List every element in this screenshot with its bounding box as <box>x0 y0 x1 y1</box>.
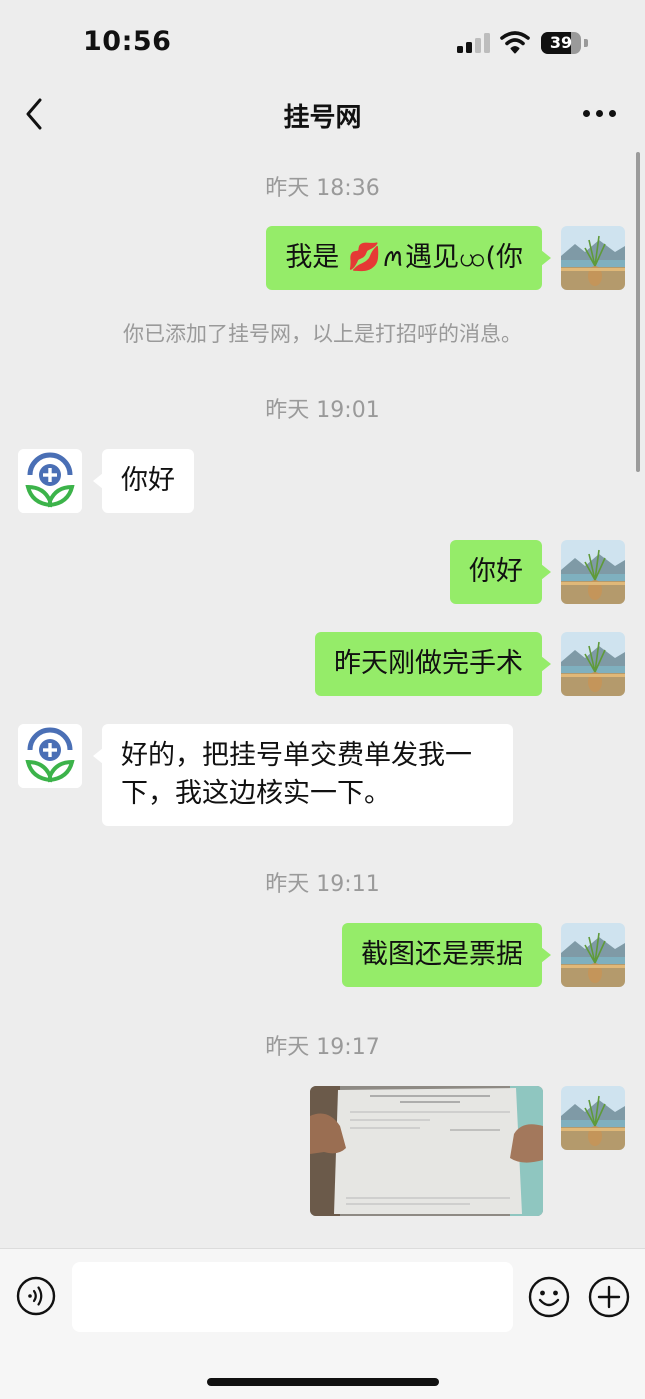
system-notice: 你已添加了挂号网，以上是打招呼的消息。 <box>123 322 522 346</box>
status-time: 10:56 <box>83 26 172 57</box>
message-line: 好的，把挂号单交费单发我一 <box>121 740 472 771</box>
my-avatar[interactable] <box>561 540 625 604</box>
contact-avatar[interactable] <box>18 449 82 513</box>
timestamp: 昨天 19:17 <box>265 1035 380 1060</box>
contact-avatar[interactable] <box>18 724 82 788</box>
emoji-button[interactable] <box>528 1276 570 1318</box>
message-bubble-sent[interactable]: 截图还是票据 <box>342 923 551 987</box>
message-line: 下，我这边核实一下。 <box>121 778 391 809</box>
battery-icon: 39 <box>541 32 588 54</box>
landscape-avatar-icon <box>561 923 625 987</box>
landscape-avatar-icon <box>561 540 625 604</box>
landscape-avatar-icon <box>561 632 625 696</box>
cellular-signal-icon <box>457 33 491 53</box>
timestamp: 昨天 19:11 <box>265 872 380 897</box>
voice-button[interactable] <box>16 1276 56 1316</box>
receipt-photo-icon <box>310 1086 543 1216</box>
guahao-logo-icon <box>18 449 82 513</box>
my-avatar[interactable] <box>561 923 625 987</box>
image-message[interactable] <box>310 1086 543 1216</box>
voice-icon <box>16 1276 56 1316</box>
message-bubble-sent[interactable]: 我是 💋ꪔ遇见ꩤ(你 <box>266 226 551 290</box>
my-avatar[interactable] <box>561 226 625 290</box>
landscape-avatar-icon <box>561 226 625 290</box>
message-bubble-sent[interactable]: 你好 <box>450 540 551 604</box>
wifi-icon <box>500 31 530 54</box>
plus-circle-icon <box>588 1276 630 1318</box>
battery-level: 39 <box>549 33 573 52</box>
my-avatar[interactable] <box>561 632 625 696</box>
message-input[interactable] <box>72 1262 513 1332</box>
timestamp: 昨天 19:01 <box>265 398 380 423</box>
emoji-icon <box>528 1276 570 1318</box>
home-indicator[interactable] <box>207 1378 439 1386</box>
timestamp: 昨天 18:36 <box>265 176 380 201</box>
landscape-avatar-icon <box>561 1086 625 1150</box>
guahao-logo-icon <box>18 724 82 788</box>
my-avatar[interactable] <box>561 1086 625 1150</box>
more-functions-button[interactable] <box>588 1276 630 1318</box>
chat-title: 挂号网 <box>283 103 362 133</box>
message-bubble-received[interactable]: 好的，把挂号单交费单发我一 下，我这边核实一下。 <box>93 724 513 826</box>
message-bubble-received[interactable]: 你好 <box>93 449 194 513</box>
more-button[interactable] <box>580 102 620 124</box>
message-bubble-sent[interactable]: 昨天刚做完手术 <box>315 632 551 696</box>
